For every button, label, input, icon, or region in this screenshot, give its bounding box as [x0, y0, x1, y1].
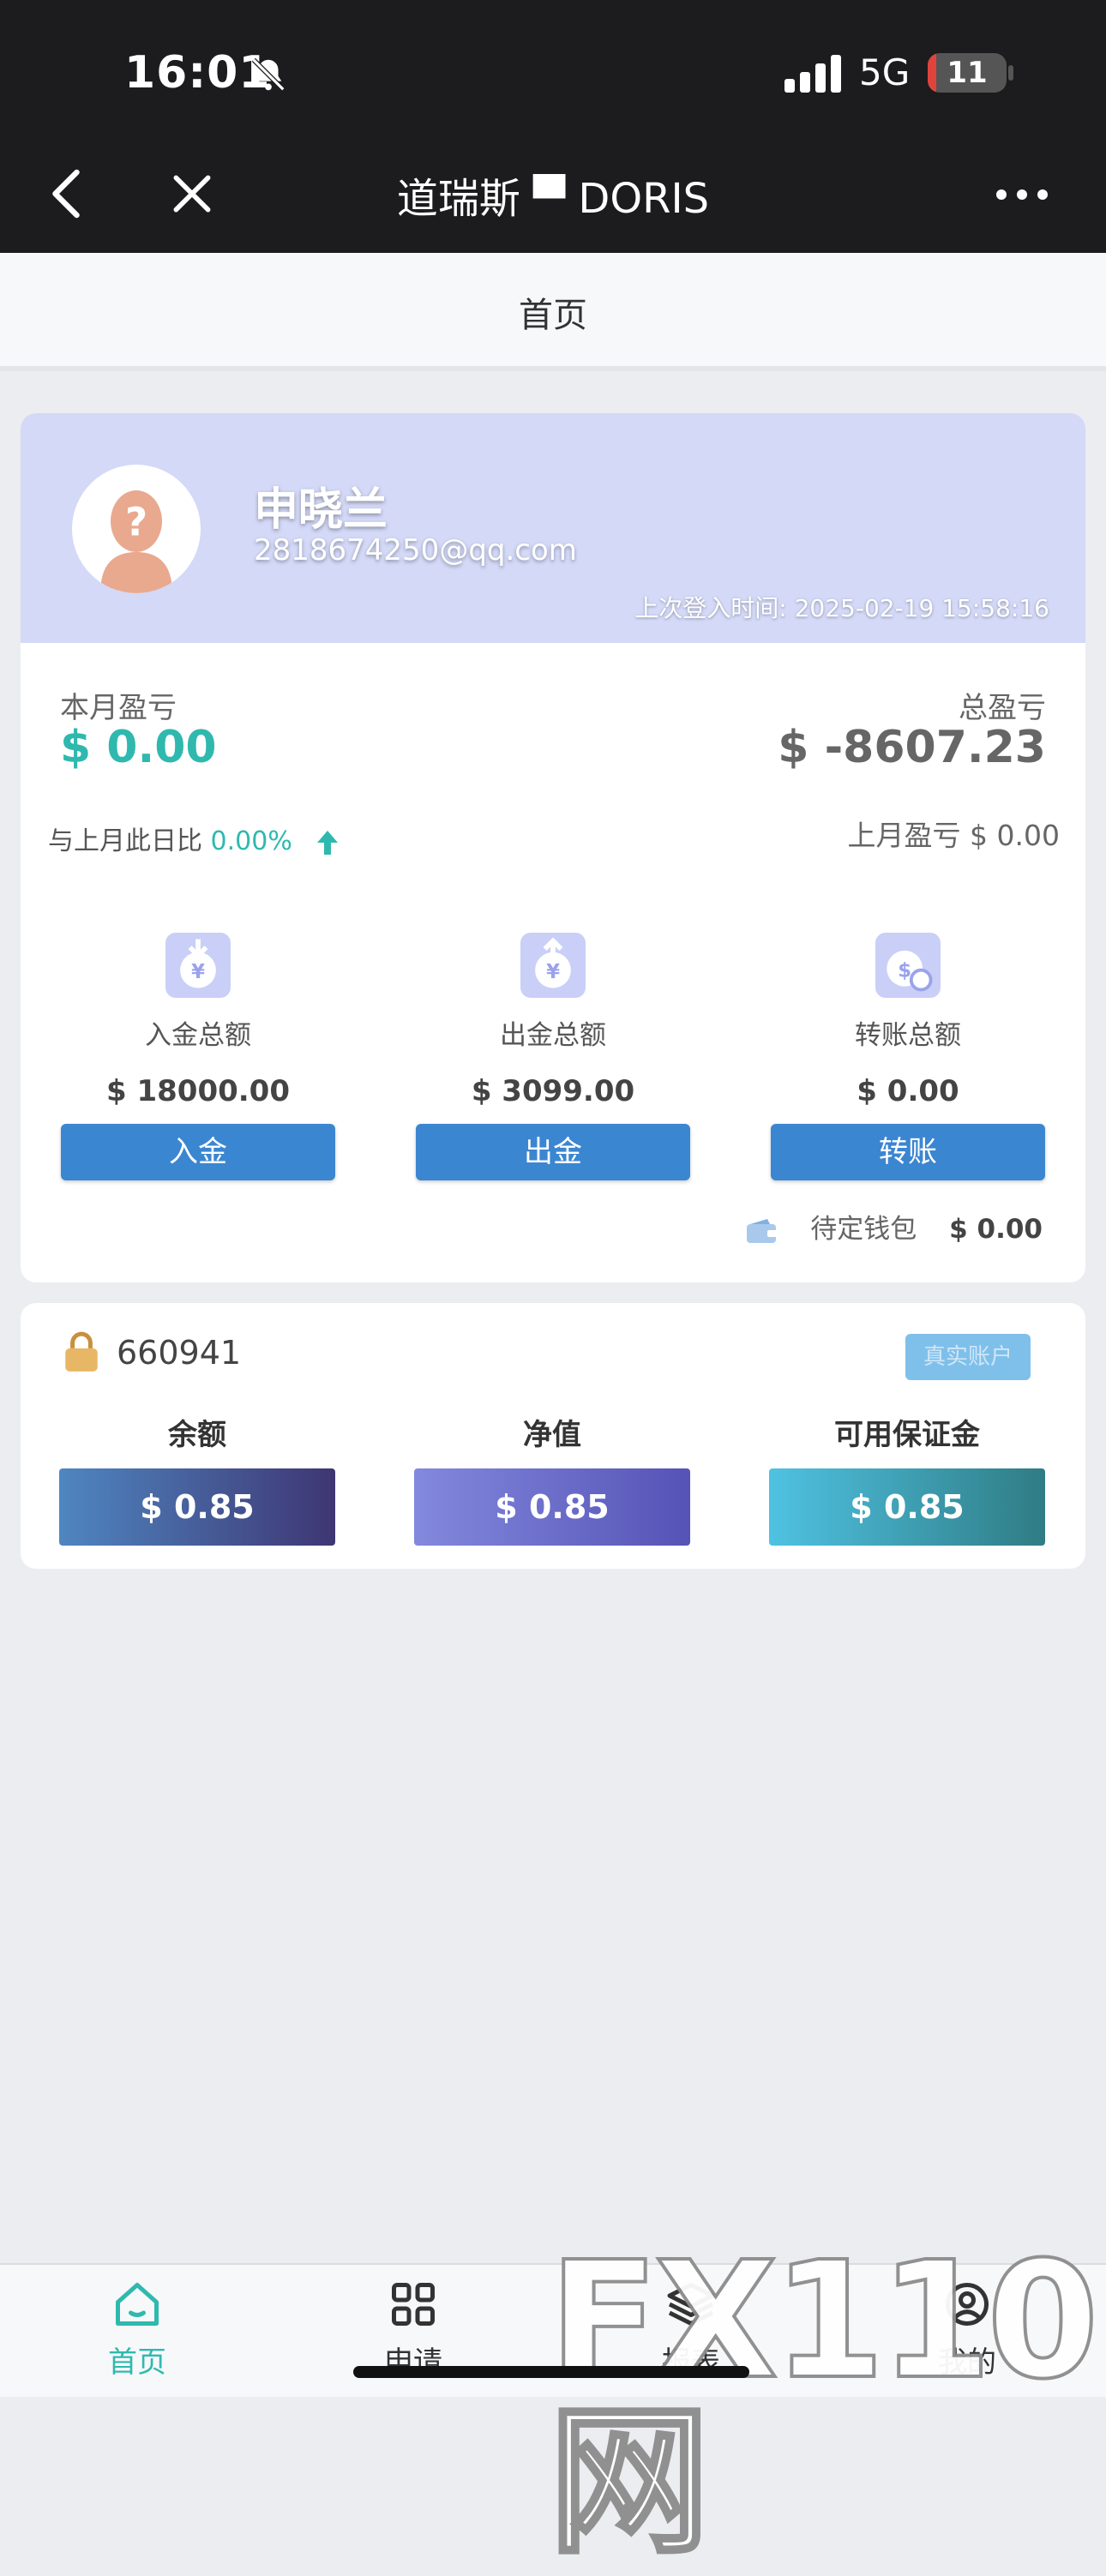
battery-icon: 11: [928, 53, 1007, 93]
svg-text:¥: ¥: [191, 961, 205, 983]
equity-metric: 净值 $ 0.85: [414, 1411, 690, 1546]
pending-wallet-amount: $ 0.00: [949, 1214, 1043, 1245]
deposit-total-label: 入金总额: [145, 1020, 251, 1051]
total-pl-value: $ -8607.23: [778, 722, 1046, 773]
balance-label: 余额: [168, 1418, 226, 1452]
network-label: 5G: [859, 51, 911, 93]
avatar[interactable]: ?: [72, 465, 201, 593]
watermark-logo: FX110网: [547, 2227, 1101, 2576]
home-indicator[interactable]: [353, 2366, 749, 2378]
grid-icon: [392, 2283, 435, 2326]
account-number: 660941: [117, 1334, 242, 1372]
withdraw-column: ¥ 出金总额 $ 3099.00 出金: [416, 933, 690, 1180]
deposit-button[interactable]: 入金: [61, 1124, 335, 1180]
svg-text:¥: ¥: [546, 961, 560, 983]
total-pl-label: 总盈亏: [959, 691, 1046, 725]
tab-home-label: 首页: [108, 2345, 166, 2380]
withdraw-button[interactable]: 出金: [416, 1124, 690, 1180]
avatar-placeholder-icon: ?: [100, 490, 172, 593]
profile-banner: ? 申晓兰 2818674250@qq.com 上次登入时间: 2025-02-…: [21, 413, 1085, 643]
nav-title: 道瑞斯 ▀ DORIS: [396, 175, 710, 223]
transfer-column: $ 转账总额 $ 0.00 转账: [771, 933, 1045, 1180]
transfer-total-label: 转账总额: [855, 1020, 961, 1051]
deposit-icon: ¥: [165, 933, 231, 998]
withdraw-icon: ¥: [520, 933, 586, 998]
user-name: 申晓兰: [254, 484, 388, 536]
deposit-column: ¥ 入金总额 $ 18000.00 入金: [61, 933, 335, 1180]
withdraw-icon-glyph: ¥: [535, 937, 571, 988]
pending-wallet[interactable]: 待定钱包 $ 0.00: [745, 1207, 1043, 1246]
balance-metric: 余额 $ 0.85: [59, 1411, 335, 1546]
free-margin-label: 可用保证金: [834, 1418, 980, 1452]
withdraw-total-amount: $ 3099.00: [471, 1074, 635, 1108]
page-title: 首页: [519, 296, 587, 335]
wallet-icon: [747, 1218, 778, 1243]
battery-tip: [1008, 65, 1013, 81]
more-icon[interactable]: [995, 182, 1049, 207]
deposit-icon-glyph: ¥: [180, 939, 216, 988]
home-icon: [116, 2283, 159, 2326]
signal-icon: [784, 55, 841, 93]
free-margin-value: $ 0.85: [769, 1468, 1045, 1546]
month-compare: 与上月此日比 0.00%: [48, 820, 339, 857]
free-margin-metric: 可用保证金 $ 0.85: [769, 1411, 1045, 1546]
equity-label: 净值: [523, 1418, 581, 1452]
bell-muted-icon: [251, 57, 286, 92]
transfer-button[interactable]: 转账: [771, 1124, 1045, 1180]
lock-icon: [65, 1331, 98, 1372]
arrow-up-icon: [317, 830, 339, 855]
withdraw-total-label: 出金总额: [500, 1020, 606, 1051]
transfer-icon: $: [875, 933, 941, 998]
month-pl-value: $ 0.00: [60, 722, 217, 773]
compare-label: 与上月此日比: [48, 826, 202, 856]
deposit-total-amount: $ 18000.00: [105, 1074, 290, 1108]
equity-value: $ 0.85: [414, 1468, 690, 1546]
account-type-badge: 真实账户: [905, 1334, 1031, 1380]
top-bar: 16:01 5G 11 道瑞斯 ▀ DORIS: [0, 0, 1106, 253]
pending-wallet-label: 待定钱包: [810, 1214, 917, 1245]
tab-home[interactable]: 首页: [51, 2279, 223, 2381]
last-month-pl: 上月盈亏 $ 0.00: [847, 819, 1060, 852]
month-pl-label: 本月盈亏: [60, 691, 177, 725]
svg-text:$: $: [898, 959, 911, 982]
balance-value: $ 0.85: [59, 1468, 335, 1546]
transfer-icon-glyph: $: [887, 950, 933, 992]
profile-card: ? 申晓兰 2818674250@qq.com 上次登入时间: 2025-02-…: [21, 413, 1085, 1282]
page-header: 首页: [0, 253, 1106, 371]
account-card[interactable]: 660941 真实账户 余额 $ 0.85 净值 $ 0.85 可用保证金 $ …: [21, 1303, 1085, 1569]
battery-level: 11: [947, 56, 988, 90]
svg-text:?: ?: [125, 500, 147, 545]
last-login-time: 上次登入时间: 2025-02-19 15:58:16: [634, 594, 1049, 622]
transfer-total-amount: $ 0.00: [857, 1074, 959, 1108]
user-email: 2818674250@qq.com: [254, 533, 577, 567]
compare-value: 0.00%: [210, 826, 292, 856]
